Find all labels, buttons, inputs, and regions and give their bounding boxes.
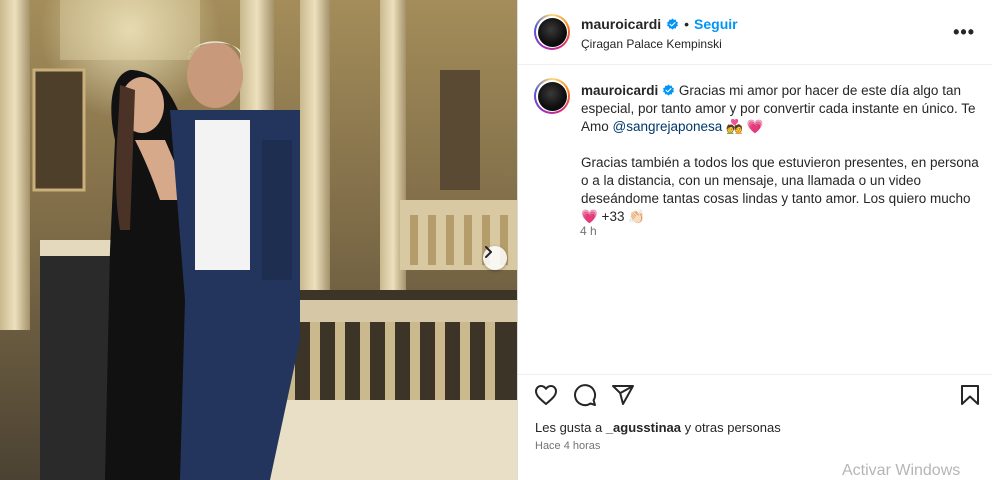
caption-avatar[interactable] [534,78,570,114]
caption-emojis-2: 💗 +33 👏🏻 [581,209,646,224]
post-header: mauroicardi • Seguir Çiragan Palace Kemp… [518,0,992,65]
photo-scene [0,0,517,480]
caption-timestamp[interactable]: 4 h [580,224,597,238]
username-link[interactable]: mauroicardi [581,16,661,32]
caption-paragraph-2: Gracias también a todos los que estuvier… [581,155,979,206]
chevron-right-icon [485,246,492,258]
more-options-button[interactable]: ••• [953,22,975,43]
liker-link[interactable]: _agusstinaa [606,420,681,435]
follow-button[interactable]: Seguir [694,16,738,32]
post-timestamp[interactable]: Hace 4 horas [535,440,600,452]
caption-emojis-1: 💑 💗 [722,119,764,134]
verified-badge-icon [667,18,679,30]
location-link[interactable]: Çiragan Palace Kempinski [581,37,722,51]
mention-link[interactable]: @sangrejaponesa [613,119,723,134]
comment-icon[interactable] [573,383,597,407]
heart-icon[interactable] [534,383,558,407]
windows-activation-watermark: Activar Windows [842,462,961,479]
post-details-panel: mauroicardi • Seguir Çiragan Palace Kemp… [517,0,992,480]
post-photo[interactable] [0,0,517,480]
bookmark-icon[interactable] [958,383,982,407]
separator-dot: • [684,16,690,32]
verified-badge-icon [663,84,674,96]
action-bar [518,374,992,410]
likes-others[interactable]: y otras personas [681,420,781,435]
caption-text: mauroicardi Gracias mi amor por hacer de… [581,82,981,226]
next-photo-button[interactable] [483,246,507,270]
likes-summary: Les gusta a _agusstinaa y otras personas [535,420,781,435]
caption-username-link[interactable]: mauroicardi [581,83,658,98]
share-icon[interactable] [611,383,635,407]
avatar[interactable] [534,14,570,50]
